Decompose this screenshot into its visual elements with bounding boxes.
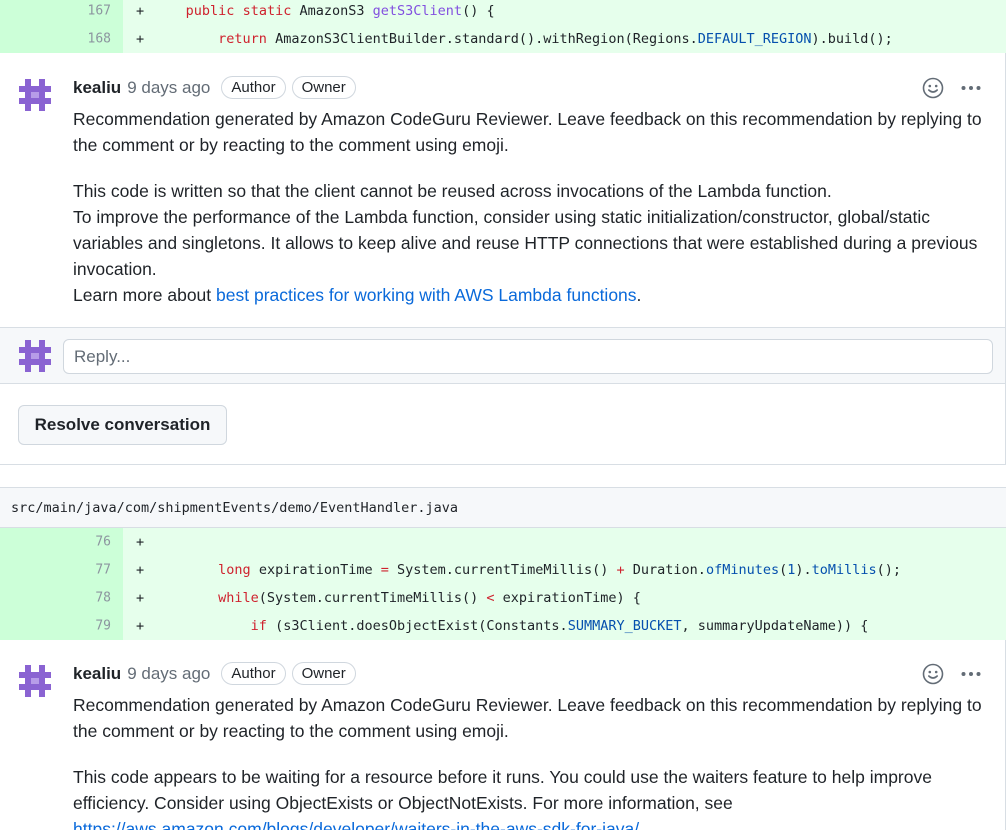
comment-intro: Recommendation generated by Amazon CodeG…: [73, 695, 982, 741]
code-token: ();: [876, 562, 902, 578]
code-token: if: [250, 618, 267, 634]
comment-header: kealiu 9 days ago Author Owner: [73, 76, 356, 99]
code-token: ofMinutes: [705, 562, 780, 578]
code-token: =: [380, 562, 389, 578]
smiley-icon[interactable]: [922, 663, 944, 685]
learn-more-suffix: .: [636, 285, 642, 305]
identicon-avatar[interactable]: [19, 340, 51, 372]
diff-line-167: 167 + public static AmazonS3 getS3Client…: [0, 0, 1006, 25]
line-number: 168: [87, 31, 111, 47]
diff-plus-sign: +: [136, 31, 145, 47]
code-line: + public static AmazonS3 getS3Client() {: [123, 0, 1006, 25]
code-line: + if (s3Client.doesObjectExist(Constants…: [123, 612, 1006, 640]
waiters-blog-link[interactable]: https://aws.amazon.com/blogs/developer/w…: [73, 819, 639, 830]
code-line: + while (System.currentTimeMillis() < exp…: [123, 584, 1006, 612]
code-line: +: [123, 528, 1006, 556]
code-token: (s3Client.doesObjectExist(Constants.: [275, 618, 568, 634]
identicon-avatar[interactable]: [19, 79, 51, 111]
code-token: expirationTime: [258, 562, 373, 578]
diff-plus-sign: +: [136, 534, 145, 550]
reply-input[interactable]: Reply...: [63, 339, 993, 374]
comment-body: Recommendation generated by Amazon CodeG…: [73, 692, 984, 830]
file-path-header: src/main/java/com/shipmentEvents/demo/Ev…: [0, 487, 1006, 528]
line-number-gutter[interactable]: 167: [0, 0, 123, 25]
comment-actions: [922, 663, 982, 685]
code-token: static: [242, 3, 292, 19]
code-token: while: [218, 590, 259, 606]
identicon-avatar[interactable]: [19, 665, 51, 697]
diff-plus-sign: +: [136, 618, 145, 634]
author-badge: Author: [221, 662, 286, 685]
code-token: (System.currentTimeMillis(): [258, 590, 479, 606]
diff-line-79: 79 + if (s3Client.doesObjectExist(Consta…: [0, 612, 1006, 640]
line-number: 78: [95, 590, 111, 606]
resolve-conversation-button[interactable]: Resolve conversation: [18, 405, 227, 445]
reply-bar: Reply...: [0, 327, 1006, 384]
diff-line-168: 168 + return AmazonS3ClientBuilder.stand…: [0, 25, 1006, 53]
kebab-horizontal-icon[interactable]: [960, 663, 982, 685]
author-badge: Author: [221, 76, 286, 99]
author-name[interactable]: kealiu: [73, 664, 121, 684]
diff-line-78: 78 + while (System.currentTimeMillis() < …: [0, 584, 1006, 612]
line-number: 79: [95, 618, 111, 634]
diff-plus-sign: +: [136, 590, 145, 606]
code-token: AmazonS3: [299, 3, 365, 19]
code-token: +: [616, 562, 625, 578]
code-token: (: [779, 562, 788, 578]
comment-header: kealiu 9 days ago Author Owner: [73, 662, 356, 685]
line-number: 77: [95, 562, 111, 578]
comment-actions: [922, 77, 982, 99]
code-token: System.currentTimeMillis(): [397, 562, 609, 578]
code-token: public: [185, 3, 235, 19]
comment-timestamp[interactable]: 9 days ago: [127, 78, 210, 98]
line-number-gutter[interactable]: 76: [0, 528, 123, 556]
code-token: ).build();: [811, 31, 893, 47]
line-number: 76: [95, 534, 111, 550]
code-token: , summaryUpdateName)) {: [681, 618, 869, 634]
smiley-icon[interactable]: [922, 77, 944, 99]
owner-badge: Owner: [291, 662, 356, 685]
diff-line-76: 76 +: [0, 528, 1006, 556]
line-number-gutter[interactable]: 168: [0, 25, 123, 53]
line-number: 167: [87, 3, 111, 19]
code-token: 1: [787, 562, 796, 578]
kebab-horizontal-icon[interactable]: [960, 77, 982, 99]
code-token: DEFAULT_REGION: [697, 31, 812, 47]
code-token: long: [218, 562, 251, 578]
code-token: toMillis: [811, 562, 877, 578]
comment-body: Recommendation generated by Amazon CodeG…: [73, 106, 984, 308]
diff-plus-sign: +: [136, 562, 145, 578]
owner-badge: Owner: [291, 76, 356, 99]
code-token: getS3Client: [372, 3, 463, 19]
comment-timestamp[interactable]: 9 days ago: [127, 664, 210, 684]
line-number-gutter[interactable]: 78: [0, 584, 123, 612]
code-token: SUMMARY_BUCKET: [567, 618, 682, 634]
code-line: + long expirationTime = System.currentTi…: [123, 556, 1006, 584]
code-line: + return AmazonS3ClientBuilder.standard(…: [123, 25, 1006, 53]
diff-plus-sign: +: [136, 3, 145, 19]
comment-paragraph: To improve the performance of the Lambda…: [73, 207, 978, 279]
line-number-gutter[interactable]: 79: [0, 612, 123, 640]
comment-intro: Recommendation generated by Amazon CodeG…: [73, 109, 982, 155]
file-path[interactable]: src/main/java/com/shipmentEvents/demo/Ev…: [11, 500, 458, 516]
code-token: <: [486, 590, 495, 606]
line-number-gutter[interactable]: 77: [0, 556, 123, 584]
author-name[interactable]: kealiu: [73, 78, 121, 98]
code-token: AmazonS3ClientBuilder.standard().withReg…: [275, 31, 698, 47]
code-token: expirationTime) {: [502, 590, 641, 606]
code-token: ).: [795, 562, 812, 578]
diff-line-77: 77 + long expirationTime = System.curren…: [0, 556, 1006, 584]
comment-paragraph: This code is written so that the client …: [73, 181, 832, 201]
lambda-best-practices-link[interactable]: best practices for working with AWS Lamb…: [216, 285, 637, 305]
code-token: () {: [462, 3, 495, 19]
learn-more-line: Learn more about best practices for work…: [73, 282, 984, 308]
comment-paragraph: This code appears to be waiting for a re…: [73, 767, 932, 813]
code-token: Duration.: [632, 562, 706, 578]
thread-divider: [0, 464, 1006, 466]
code-token: return: [218, 31, 267, 47]
learn-more-prefix: Learn more about: [73, 285, 217, 305]
